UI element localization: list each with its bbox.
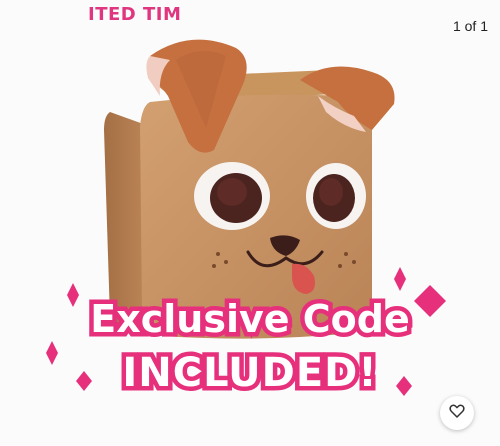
plush-eye-right <box>306 163 366 229</box>
heart-outline-icon <box>448 402 466 425</box>
image-counter: 1 of 1 <box>452 18 488 34</box>
slogan-line-2: INCLUDED! <box>118 346 381 401</box>
slogan-line-1: Exclusive Code <box>86 293 414 346</box>
favorite-button[interactable] <box>440 396 474 430</box>
banner-text: ITED TIM <box>88 4 182 25</box>
plush-eye-left <box>194 162 270 230</box>
product-image-viewer: ITED TIM 1 of 1 Exclusive Code INCLUDED! <box>0 0 500 446</box>
